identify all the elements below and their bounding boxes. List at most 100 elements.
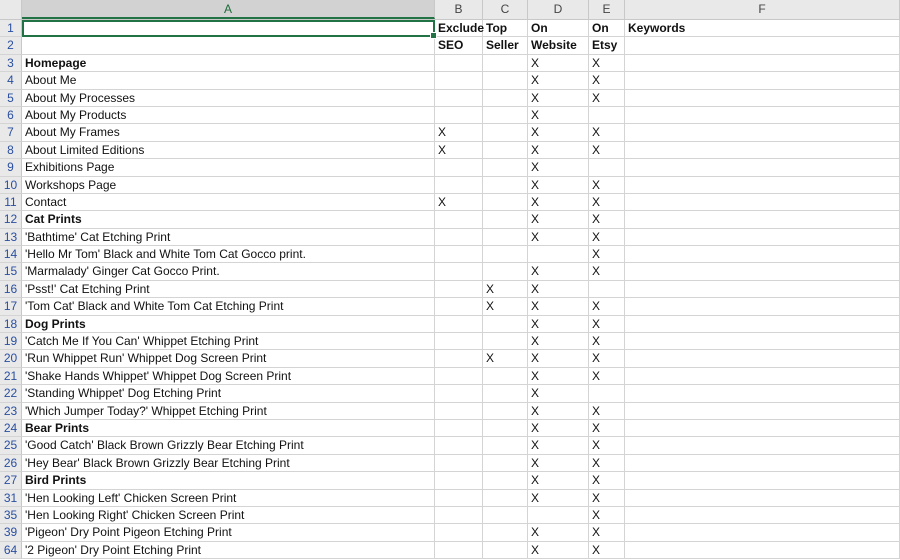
exclude-seo-cell[interactable] xyxy=(435,176,483,194)
exclude-seo-cell[interactable] xyxy=(435,280,483,299)
top-seller-cell[interactable] xyxy=(483,402,528,420)
on-etsy-cell[interactable]: X xyxy=(589,489,625,507)
product-name-cell[interactable]: About My Products xyxy=(22,106,435,125)
exclude-seo-cell[interactable] xyxy=(435,419,483,438)
on-etsy-cell[interactable]: X xyxy=(589,89,625,107)
row-number[interactable]: 4 xyxy=(0,72,22,90)
on-etsy-cell[interactable]: X xyxy=(589,54,625,73)
select-all-corner[interactable] xyxy=(0,0,22,19)
top-seller-cell[interactable] xyxy=(483,211,528,229)
top-seller-cell[interactable] xyxy=(483,437,528,455)
row-number[interactable]: 5 xyxy=(0,89,22,107)
on-website-cell[interactable]: X xyxy=(528,402,589,420)
exclude-seo-cell[interactable] xyxy=(435,89,483,107)
product-name-cell[interactable]: 'Standing Whippet' Dog Etching Print xyxy=(22,385,435,403)
on-website-cell[interactable]: X xyxy=(528,333,589,351)
exclude-seo-cell[interactable]: X xyxy=(435,141,483,160)
keywords-cell[interactable] xyxy=(625,506,900,525)
product-name-cell[interactable]: 'Tom Cat' Black and White Tom Cat Etchin… xyxy=(22,298,435,316)
product-name-cell[interactable]: Workshops Page xyxy=(22,176,435,194)
row-number[interactable]: 11 xyxy=(0,193,22,212)
on-website-cell[interactable]: X xyxy=(528,350,589,368)
keywords-cell[interactable] xyxy=(625,419,900,438)
exclude-seo-cell[interactable] xyxy=(435,211,483,229)
on-etsy-cell[interactable]: X xyxy=(589,176,625,194)
product-name-cell[interactable]: Bird Prints xyxy=(22,472,435,490)
cell[interactable] xyxy=(625,37,900,55)
product-name-cell[interactable]: 'Hello Mr Tom' Black and White Tom Cat G… xyxy=(22,246,435,264)
on-website-cell[interactable]: X xyxy=(528,141,589,160)
row-number[interactable]: 12 xyxy=(0,211,22,229)
on-etsy-cell[interactable]: X xyxy=(589,263,625,281)
row-number[interactable]: 18 xyxy=(0,315,22,334)
row-number[interactable]: 7 xyxy=(0,124,22,142)
on-etsy-cell[interactable]: X xyxy=(589,402,625,420)
on-website-cell[interactable]: X xyxy=(528,541,589,560)
top-seller-cell[interactable] xyxy=(483,246,528,264)
on-website-cell[interactable]: X xyxy=(528,454,589,473)
keywords-cell[interactable] xyxy=(625,541,900,560)
on-website-cell[interactable]: X xyxy=(528,72,589,90)
keywords-cell[interactable] xyxy=(625,106,900,125)
product-name-cell[interactable]: 'Run Whippet Run' Whippet Dog Screen Pri… xyxy=(22,350,435,368)
top-seller-cell[interactable] xyxy=(483,333,528,351)
keywords-cell[interactable] xyxy=(625,193,900,212)
keywords-cell[interactable] xyxy=(625,524,900,542)
top-seller-cell[interactable] xyxy=(483,385,528,403)
exclude-seo-cell[interactable] xyxy=(435,437,483,455)
product-name-cell[interactable]: About My Processes xyxy=(22,89,435,107)
top-seller-cell[interactable] xyxy=(483,489,528,507)
keywords-cell[interactable] xyxy=(625,315,900,334)
product-name-cell[interactable]: 'Hen Looking Left' Chicken Screen Print xyxy=(22,489,435,507)
on-website-cell[interactable]: X xyxy=(528,437,589,455)
on-etsy-cell[interactable]: X xyxy=(589,315,625,334)
on-website-cell[interactable]: X xyxy=(528,472,589,490)
on-website-cell[interactable]: X xyxy=(528,193,589,212)
cell[interactable] xyxy=(22,37,435,55)
exclude-seo-cell[interactable] xyxy=(435,489,483,507)
keywords-cell[interactable] xyxy=(625,333,900,351)
keywords-cell[interactable] xyxy=(625,402,900,420)
row-number[interactable]: 9 xyxy=(0,159,22,177)
row-number[interactable]: 14 xyxy=(0,246,22,264)
row-number[interactable]: 31 xyxy=(0,489,22,507)
column-header-c[interactable]: C xyxy=(483,0,528,19)
column-header-a[interactable]: A xyxy=(22,0,435,19)
keywords-cell[interactable] xyxy=(625,228,900,247)
row-number[interactable]: 25 xyxy=(0,437,22,455)
on-etsy-cell[interactable]: X xyxy=(589,541,625,560)
row-number[interactable]: 8 xyxy=(0,141,22,160)
row-number[interactable]: 22 xyxy=(0,385,22,403)
product-name-cell[interactable]: Exhibitions Page xyxy=(22,159,435,177)
top-seller-cell[interactable] xyxy=(483,176,528,194)
keywords-cell[interactable] xyxy=(625,350,900,368)
on-etsy-cell[interactable]: X xyxy=(589,350,625,368)
header-cell-keywords[interactable]: Keywords xyxy=(625,20,900,38)
row-number[interactable]: 39 xyxy=(0,524,22,542)
on-website-cell[interactable]: X xyxy=(528,159,589,177)
row-number[interactable]: 24 xyxy=(0,419,22,438)
on-website-cell[interactable]: X xyxy=(528,280,589,299)
column-header-b[interactable]: B xyxy=(435,0,483,19)
row-number[interactable]: 10 xyxy=(0,176,22,194)
on-etsy-cell[interactable]: X xyxy=(589,506,625,525)
on-etsy-cell[interactable]: X xyxy=(589,228,625,247)
product-name-cell[interactable]: 'Hey Bear' Black Brown Grizzly Bear Etch… xyxy=(22,454,435,473)
product-name-cell[interactable]: 'Shake Hands Whippet' Whippet Dog Screen… xyxy=(22,367,435,386)
product-name-cell[interactable]: About My Frames xyxy=(22,124,435,142)
product-name-cell[interactable]: 'Hen Looking Right' Chicken Screen Print xyxy=(22,506,435,525)
row-number[interactable]: 13 xyxy=(0,228,22,247)
header-cell-on-etsy[interactable]: On xyxy=(589,20,625,38)
top-seller-cell[interactable] xyxy=(483,524,528,542)
keywords-cell[interactable] xyxy=(625,298,900,316)
row-number[interactable]: 3 xyxy=(0,54,22,73)
top-seller-cell[interactable] xyxy=(483,124,528,142)
row-number[interactable]: 1 xyxy=(0,20,22,38)
product-name-cell[interactable]: 'Which Jumper Today?' Whippet Etching Pr… xyxy=(22,402,435,420)
on-etsy-cell[interactable]: X xyxy=(589,454,625,473)
on-website-cell[interactable]: X xyxy=(528,298,589,316)
header-cell-website[interactable]: Website xyxy=(528,37,589,55)
on-etsy-cell[interactable]: X xyxy=(589,524,625,542)
on-etsy-cell[interactable] xyxy=(589,385,625,403)
keywords-cell[interactable] xyxy=(625,176,900,194)
